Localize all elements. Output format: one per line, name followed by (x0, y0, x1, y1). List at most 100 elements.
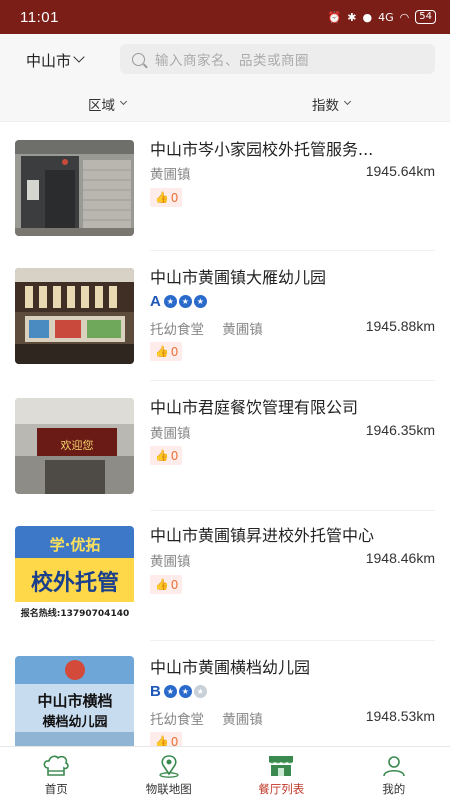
restaurant-distance: 1946.35km (365, 422, 435, 438)
like-count: 0 (170, 190, 179, 205)
divider (150, 640, 435, 641)
area-filter[interactable]: 区域 (88, 94, 128, 114)
divider (150, 510, 435, 511)
restaurant-photo (15, 268, 134, 364)
restaurant-meta: 黄圃镇 (150, 550, 191, 570)
restaurant-meta: 托幼食堂 黄圃镇 (150, 708, 263, 728)
restaurant-photo: 学·优拓 校外托管 报名热线:13790704140 (15, 526, 134, 622)
like-count: 0 (170, 448, 179, 463)
like-badge[interactable]: 👍 0 (150, 446, 183, 465)
chevron-down-icon (73, 51, 85, 63)
restaurant-town: 黄圃镇 (222, 712, 263, 728)
restaurant-name: 中山市君庭餐饮管理有限公司 (150, 398, 359, 417)
restaurant-item[interactable]: 中山市黄圃镇大雁幼儿园 A ★ ★ ★ 托幼食堂 黄圃镇 1945.88km 👍… (0, 252, 450, 382)
filter-bar: 区域 指数 (0, 86, 450, 122)
network-label: 4G (378, 10, 394, 24)
restaurant-distance: 1945.88km (365, 318, 435, 334)
restaurant-meta: 黄圃镇 (150, 163, 191, 183)
chef-hat-icon (40, 753, 72, 779)
restaurant-distance: 1945.64km (365, 163, 435, 179)
like-badge[interactable]: 👍 0 (150, 188, 183, 207)
status-bar: 11:01 ⏰ ✱ ● 4G ◠ 54 (0, 0, 450, 34)
restaurant-meta: 黄圃镇 (150, 422, 191, 442)
tab-home[interactable]: 首页 (0, 747, 113, 800)
banner-text: 学·优拓 (50, 536, 101, 554)
like-count: 0 (170, 344, 179, 359)
banner-text: 校外托管 (31, 570, 119, 596)
battery-indicator: 54 (415, 10, 436, 24)
chevron-down-icon (119, 97, 128, 106)
star-icon: ★ (163, 684, 177, 698)
rating-badge: A ★ ★ ★ (150, 292, 207, 310)
wifi-icon: ◠ (399, 10, 410, 24)
restaurant-item[interactable]: 欢迎您 中山市君庭餐饮管理有限公司 黄圃镇 1946.35km 👍 0 (0, 382, 450, 512)
restaurant-item[interactable]: 学·优拓 校外托管 报名热线:13790704140 中山市黄圃镇昇进校外托管中… (0, 512, 450, 642)
tab-label: 我的 (382, 782, 406, 796)
bottom-tab-bar: 首页 物联地图 餐厅列表 我的 (0, 746, 450, 800)
restaurant-name: 中山市岑小家园校外托管服务... (150, 140, 374, 159)
alarm-icon: ⏰ (327, 10, 342, 24)
restaurant-item[interactable]: 中山市横档 横档幼儿园 中山市黄圃横档幼儿园 B ★ ★ ★ 托幼食堂 黄圃镇 … (0, 642, 450, 746)
signboard-text: 中山市横档 (37, 692, 112, 710)
map-pin-icon (153, 753, 185, 779)
index-filter-label: 指数 (312, 97, 339, 114)
divider (150, 250, 435, 251)
restaurant-photo (15, 140, 134, 236)
restaurant-list: 中山市岑小家园校外托管服务... 黄圃镇 1945.64km 👍 0 中山市黄圃… (0, 122, 450, 746)
restaurant-meta: 托幼食堂 黄圃镇 (150, 318, 263, 338)
thumbs-up-icon: 👍 (155, 735, 169, 746)
thumbs-up-icon: 👍 (155, 578, 169, 591)
restaurant-town: 黄圃镇 (222, 322, 263, 338)
storefront-icon (265, 753, 297, 779)
clock: 11:01 (20, 8, 59, 26)
star-icon: ★ (178, 684, 192, 698)
thumbs-up-icon: 👍 (155, 345, 169, 358)
search-box[interactable]: 输入商家名、品类或商圈 (120, 44, 435, 74)
restaurant-town: 黄圃镇 (150, 167, 191, 183)
like-badge[interactable]: 👍 0 (150, 342, 183, 361)
rating-grade: B (150, 682, 161, 700)
tab-label: 物联地图 (145, 782, 192, 796)
star-icon: ★ (193, 684, 207, 698)
restaurant-town: 黄圃镇 (150, 426, 191, 442)
tab-restaurant-list[interactable]: 餐厅列表 (225, 747, 338, 800)
status-icons: ⏰ ✱ ● 4G ◠ 54 (328, 10, 436, 24)
star-icon: ★ (178, 294, 192, 308)
divider (150, 380, 435, 381)
welcome-sign-text: 欢迎您 (61, 438, 94, 452)
star-icon: ★ (193, 294, 207, 308)
location-icon: ● (362, 10, 373, 24)
city-selector[interactable]: 中山市 (26, 50, 85, 71)
search-icon (132, 52, 145, 66)
tab-profile[interactable]: 我的 (338, 747, 450, 800)
rating-grade: A (150, 292, 161, 310)
tab-map[interactable]: 物联地图 (113, 747, 226, 800)
restaurant-town: 黄圃镇 (150, 554, 191, 570)
bluetooth-icon: ✱ (347, 10, 357, 24)
top-bar: 中山市 输入商家名、品类或商圈 (0, 34, 450, 86)
restaurant-item[interactable]: 中山市岑小家园校外托管服务... 黄圃镇 1945.64km 👍 0 (0, 122, 450, 252)
restaurant-name: 中山市黄圃镇昇进校外托管中心 (150, 526, 375, 545)
city-label: 中山市 (26, 51, 72, 70)
restaurant-name: 中山市黄圃镇大雁幼儿园 (150, 268, 327, 287)
tab-label: 餐厅列表 (258, 782, 305, 796)
restaurant-category: 托幼食堂 (150, 712, 204, 728)
thumbs-up-icon: 👍 (155, 191, 169, 204)
user-icon (378, 753, 410, 779)
restaurant-photo: 中山市横档 横档幼儿园 (15, 656, 134, 746)
area-filter-label: 区域 (88, 97, 115, 114)
like-badge[interactable]: 👍 0 (150, 732, 183, 747)
restaurant-photo: 欢迎您 (15, 398, 134, 494)
rating-badge: B ★ ★ ★ (150, 682, 207, 700)
index-filter[interactable]: 指数 (312, 94, 352, 114)
like-count: 0 (170, 577, 179, 592)
restaurant-distance: 1948.53km (365, 708, 435, 724)
banner-text: 报名热线:13790704140 (21, 607, 129, 619)
star-icon: ★ (163, 294, 177, 308)
like-badge[interactable]: 👍 0 (150, 575, 183, 594)
restaurant-name: 中山市黄圃横档幼儿园 (150, 658, 311, 677)
restaurant-category: 托幼食堂 (150, 322, 204, 338)
chevron-down-icon (343, 97, 352, 106)
like-count: 0 (170, 734, 179, 747)
thumbs-up-icon: 👍 (155, 449, 169, 462)
